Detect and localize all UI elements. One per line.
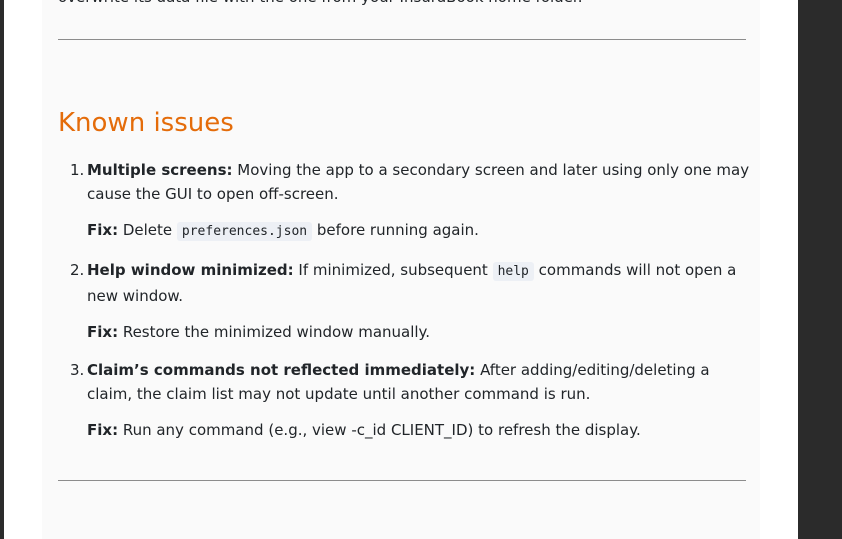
page-margin-right <box>760 0 798 539</box>
issue-description: Help window minimized: If minimized, sub… <box>87 258 752 308</box>
issue-description: Claim’s commands not reflected immediate… <box>87 358 752 406</box>
issue-text: If minimized, subsequent <box>293 261 493 279</box>
issue-fix: Fix: Delete preferences.json before runn… <box>87 218 752 244</box>
issue-fix: Fix: Run any command (e.g., view -c_id C… <box>87 418 752 442</box>
issue-item: 3. Claim’s commands not reflected immedi… <box>70 358 752 442</box>
issue-title: Multiple screens: <box>87 161 233 179</box>
fix-text: Delete <box>118 221 177 239</box>
section-divider <box>58 480 746 481</box>
issue-number: 2. <box>70 261 85 279</box>
inline-code: preferences.json <box>176 222 313 241</box>
issue-description: Multiple screens: Moving the app to a se… <box>87 158 752 206</box>
issue-title: Help window minimized: <box>87 261 294 279</box>
known-issues-list: 1. Multiple screens: Moving the app to a… <box>70 158 752 456</box>
viewer-scrollbar-area[interactable] <box>798 0 842 539</box>
fix-label: Fix: <box>87 221 119 239</box>
fix-text-after: before running again. <box>312 221 479 239</box>
document-page: overwrite its data file with the one fro… <box>42 0 760 539</box>
fix-text: Run any command (e.g., view -c_id CLIENT… <box>118 421 641 439</box>
known-issues-heading: Known issues <box>58 108 234 138</box>
issue-item: 2. Help window minimized: If minimized, … <box>70 258 752 344</box>
previous-section-text: overwrite its data file with the one fro… <box>58 0 583 8</box>
issue-item: 1. Multiple screens: Moving the app to a… <box>70 158 752 244</box>
fix-text: Restore the minimized window manually. <box>118 323 431 341</box>
issue-title: Claim’s commands not reflected immediate… <box>87 361 476 379</box>
fix-label: Fix: <box>87 421 119 439</box>
issue-number: 3. <box>70 361 85 379</box>
inline-code: help <box>492 262 534 281</box>
fix-label: Fix: <box>87 323 119 341</box>
page-margin-left <box>4 0 42 539</box>
issue-number: 1. <box>70 161 85 179</box>
issue-fix: Fix: Restore the minimized window manual… <box>87 320 752 344</box>
section-divider <box>58 39 746 40</box>
